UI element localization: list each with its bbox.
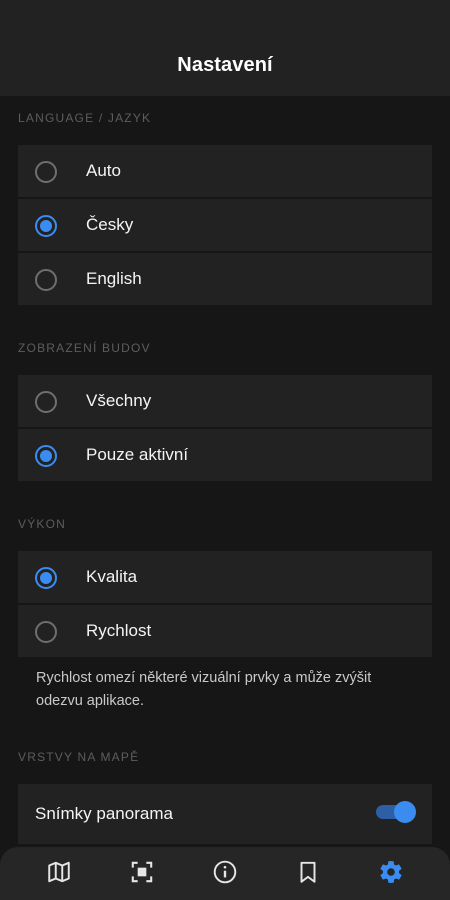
option-label: Kvalita	[86, 567, 138, 586]
nav-settings[interactable]	[367, 848, 415, 896]
option-label: Rychlost	[86, 621, 152, 640]
radio-button-selected[interactable]	[35, 567, 57, 589]
section-label-buildings: ZOBRAZENÍ BUDOV	[18, 341, 151, 355]
bookmark-icon	[300, 861, 316, 883]
option-label: Pouze aktivní	[86, 445, 189, 464]
buildings-option-active-only[interactable]: Pouze aktivní	[18, 429, 432, 481]
nav-info[interactable]	[201, 848, 249, 896]
map-icon	[48, 861, 71, 882]
language-option-auto[interactable]: Auto	[18, 145, 432, 197]
nav-scan[interactable]	[118, 848, 166, 896]
radio-button[interactable]	[35, 161, 57, 183]
buildings-option-all[interactable]: Všechny	[18, 375, 432, 427]
layer-panorama-row[interactable]: Snímky panorama	[18, 784, 432, 844]
layer-label: Snímky panorama	[35, 804, 173, 823]
option-label: Všechny	[86, 391, 152, 410]
section-label-performance: VÝKON	[18, 517, 67, 531]
radio-button[interactable]	[35, 269, 57, 291]
gear-icon	[380, 860, 402, 883]
language-option-cesky[interactable]: Česky	[18, 199, 432, 251]
option-label: English	[86, 269, 142, 288]
radio-button-selected[interactable]	[35, 445, 57, 467]
language-radio-group: Auto Česky English	[18, 145, 432, 305]
performance-option-quality[interactable]: Kvalita	[18, 551, 432, 603]
performance-note: Rychlost omezí některé vizuální prvky a …	[36, 670, 372, 709]
panorama-toggle[interactable]	[376, 800, 416, 823]
layers-group: Snímky panorama	[18, 784, 432, 844]
radio-button-selected[interactable]	[35, 215, 57, 237]
option-label: Auto	[86, 161, 121, 180]
performance-radio-group: Kvalita Rychlost	[18, 551, 432, 657]
bottom-navigation	[0, 847, 450, 900]
nav-map[interactable]	[35, 848, 83, 896]
section-label-language: LANGUAGE / JAZYK	[18, 111, 152, 125]
info-icon	[213, 860, 237, 883]
option-label: Česky	[86, 215, 134, 234]
section-label-layers: VRSTVY NA MAPĚ	[18, 750, 140, 764]
settings-screen: Nastavení LANGUAGE / JAZYK Auto Česky En…	[0, 0, 450, 900]
performance-option-speed[interactable]: Rychlost	[18, 605, 432, 657]
scan-icon	[131, 861, 153, 882]
nav-bookmarks[interactable]	[284, 848, 332, 896]
top-app-bar: Nastavení	[0, 0, 450, 96]
page-title: Nastavení	[177, 54, 273, 76]
buildings-radio-group: Všechny Pouze aktivní	[18, 375, 432, 481]
toggle-knob	[394, 801, 416, 823]
radio-button[interactable]	[35, 621, 57, 643]
language-option-english[interactable]: English	[18, 253, 432, 305]
radio-button[interactable]	[35, 391, 57, 413]
